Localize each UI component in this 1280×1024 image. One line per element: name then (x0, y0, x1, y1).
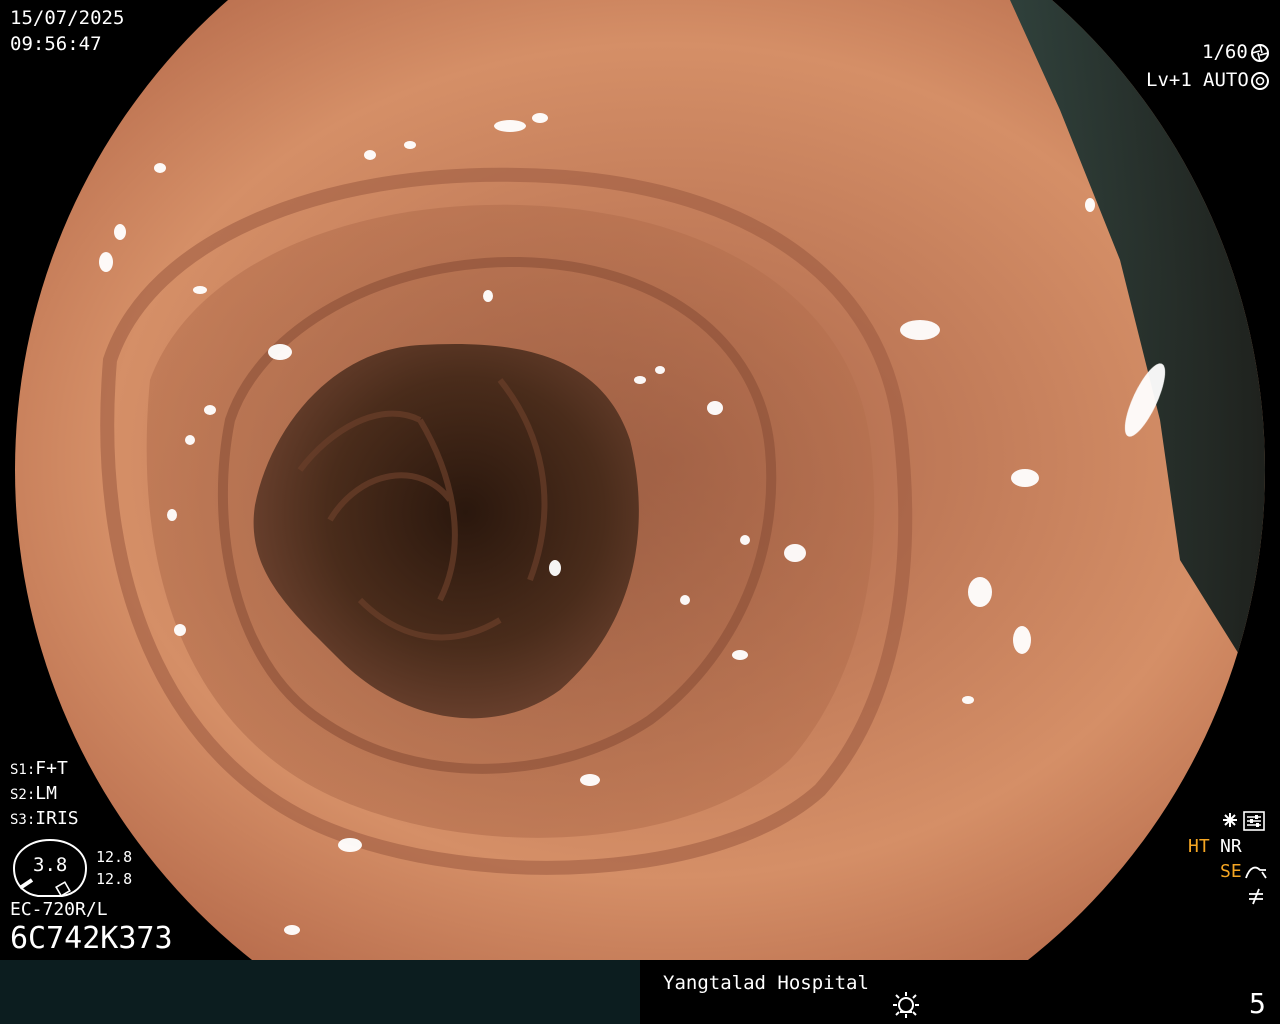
s2-setting: S2:LM (10, 783, 57, 804)
date-label: 15/07/2025 (10, 7, 125, 29)
se-indicator: SE (1220, 861, 1242, 882)
s1-setting: S1:F+T (10, 758, 68, 779)
time-label: 09:56:47 (10, 33, 102, 55)
curve-icon (1245, 866, 1267, 879)
gauge-value: 3.8 (33, 854, 68, 876)
endoscopy-image (0, 0, 1280, 960)
scope-model: EC-720R/L (10, 899, 108, 920)
level-label: Lv+1 (1146, 69, 1192, 91)
brightness-icon (893, 992, 919, 1018)
gauge-top-value: 12.8 (96, 848, 133, 866)
star-icon (1223, 813, 1237, 827)
shutter-label: 1/60 (1202, 41, 1248, 63)
image-number: 5 (1249, 987, 1266, 1020)
footer-info-panel: Yangtalad Hospital 5 (640, 960, 1280, 1024)
scope-serial: 6C742K373 (10, 921, 173, 956)
nr-indicator: NR (1220, 836, 1242, 857)
not-equal-icon (1249, 888, 1263, 905)
shutter-icon (1251, 44, 1269, 62)
ht-indicator: HT (1188, 836, 1210, 857)
iris-icon (1251, 72, 1269, 90)
gauge-bottom-value: 12.8 (96, 870, 133, 888)
hospital-name: Yangtalad Hospital (663, 972, 869, 994)
footer-bar: Yangtalad Hospital 5 (0, 960, 1280, 1024)
s3-setting: S3:IRIS (10, 808, 79, 829)
settings-icon (1243, 811, 1265, 831)
iris-mode-label: AUTO (1203, 69, 1249, 91)
